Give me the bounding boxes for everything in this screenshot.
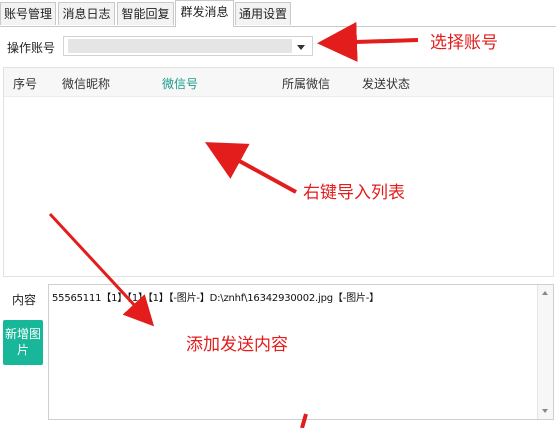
- annotation-right-click-import: 右键导入列表: [303, 183, 405, 203]
- arrow-fragment-bottom: [300, 413, 308, 428]
- arrow-to-list: [204, 142, 297, 194]
- annotation-arrows: [48, 21, 419, 428]
- annotation-select-account: 选择账号: [430, 33, 498, 53]
- arrow-to-content: [48, 212, 155, 327]
- annotation-add-content: 添加发送内容: [186, 335, 288, 355]
- arrow-to-account-select: [317, 21, 419, 62]
